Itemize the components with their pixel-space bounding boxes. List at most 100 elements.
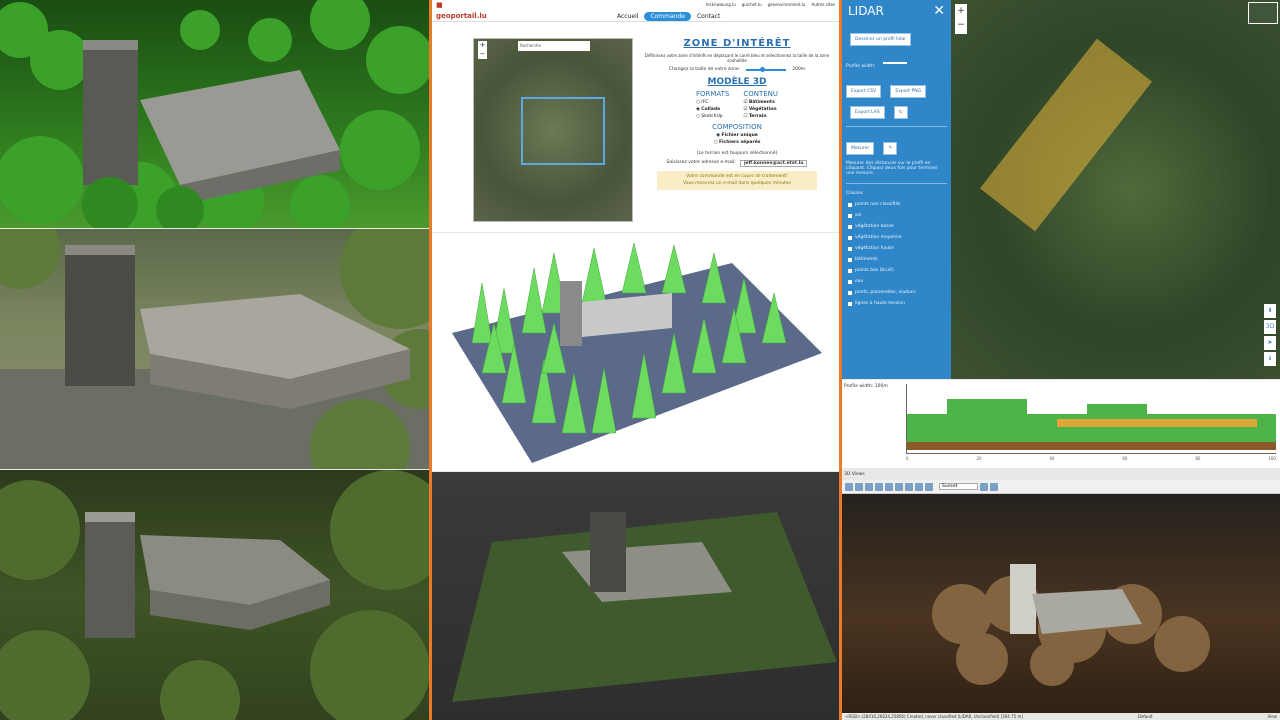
camera-icon[interactable]	[895, 482, 903, 491]
zone-size-slider[interactable]	[746, 66, 787, 72]
class-item[interactable]: sol	[842, 210, 951, 221]
walk-icon[interactable]	[865, 482, 873, 491]
class-item[interactable]: végétation moyenne	[842, 232, 951, 243]
zoom-in-button[interactable]: +	[955, 4, 967, 18]
composition-option-separate[interactable]: ○ Fichiers séparés	[637, 140, 837, 145]
close-icon[interactable]: ✕	[933, 3, 945, 19]
nav-commande[interactable]: Commande	[644, 12, 691, 21]
nav-contact[interactable]: Contact	[697, 13, 720, 20]
measure-icon[interactable]	[905, 482, 913, 491]
shading-select[interactable]: Sunset	[939, 483, 979, 490]
geoportail-brand[interactable]: geoportail.lu	[436, 12, 487, 20]
map-search-input[interactable]: Recherche	[518, 41, 590, 51]
terrain-note: (Le terrain est toujours sélectionné)	[696, 151, 778, 157]
class-item[interactable]: lignes à haute tension	[842, 298, 951, 309]
external-link[interactable]: Autres sites	[811, 2, 835, 7]
refresh-icon[interactable]: ↻	[893, 106, 908, 119]
tree-model-render	[452, 242, 822, 463]
map-tool-stack: ⬇ 3D ➤ ℹ	[1264, 304, 1278, 368]
measure-button[interactable]: Mesurer	[846, 142, 875, 155]
zoom-out-button[interactable]: −	[478, 50, 487, 59]
rotate-icon[interactable]	[875, 482, 883, 491]
class-item[interactable]: bâtiments	[842, 254, 951, 265]
profile-corridor[interactable]	[979, 38, 1153, 232]
main-nav: Accueil Commande Contact	[617, 12, 720, 21]
settings-icon[interactable]	[925, 482, 933, 491]
content-option-batiments[interactable]: ☑ Bâtiments	[743, 100, 778, 105]
format-content-columns: FORMATS ○ IFC ◉ Collada ○ SketchUp CONTE…	[637, 90, 837, 119]
composition-option-single[interactable]: ◉ Fichier unique	[637, 133, 837, 138]
order-notice: Votre commande est en cours de traitemen…	[657, 171, 817, 190]
lidar-aerial-map[interactable]: + − ⬇ 3D ➤ ℹ	[951, 0, 1280, 379]
textured-terrain-model-render	[432, 472, 839, 720]
x-tick: 60	[1122, 456, 1128, 461]
content-heading: CONTENU	[743, 90, 779, 99]
x-tick: 0	[906, 456, 909, 461]
class-item[interactable]: points bas (bruit)	[842, 265, 951, 276]
content-option-vegetation[interactable]: ☑ Végétation	[743, 107, 778, 112]
content-option-terrain[interactable]: ☐ Terrain	[743, 114, 778, 119]
overview-minimap[interactable]	[1248, 2, 1278, 24]
profile-x-ticks: 0 20 40 60 80 100	[906, 456, 1276, 461]
x-tick: 100	[1268, 456, 1276, 461]
zoom-out-icon[interactable]	[855, 482, 863, 491]
government-logo: ■	[436, 1, 443, 9]
zoom-out-button[interactable]: −	[955, 18, 967, 32]
export-csv-button[interactable]: Export CSV	[846, 85, 882, 98]
home-view-icon[interactable]	[885, 482, 893, 491]
class-item[interactable]: points non classifiés	[842, 199, 951, 210]
x-tick: 80	[1195, 456, 1201, 461]
zoom-in-button[interactable]: +	[478, 41, 487, 50]
right-column: LIDAR ✕ Dessiner un profil lidar Profile…	[842, 0, 1280, 720]
profile-width-row: Profile width:	[842, 49, 951, 74]
3d-view-button[interactable]: 3D	[1264, 320, 1276, 334]
draw-profile-button[interactable]: Dessiner un profil lidar	[850, 33, 912, 46]
lidar-header: LIDAR ✕	[842, 0, 951, 22]
info-icon[interactable]: ℹ	[1264, 352, 1276, 366]
class-item[interactable]: végétation basse	[842, 221, 951, 232]
profile-width-slider[interactable]	[883, 61, 908, 64]
class-item[interactable]: eau	[842, 276, 951, 287]
format-option-ifc[interactable]: ○ IFC	[696, 100, 729, 105]
x-tick: 20	[976, 456, 982, 461]
record-icon[interactable]	[990, 482, 999, 491]
external-link[interactable]: guichet.lu	[742, 2, 762, 7]
external-link[interactable]: Inskriwwung.lu	[706, 2, 736, 7]
light-icon[interactable]	[915, 482, 923, 491]
nav-accueil[interactable]: Accueil	[617, 13, 638, 20]
point-cloud-render[interactable]	[842, 494, 1280, 706]
play-icon[interactable]	[980, 482, 989, 491]
export-las-button[interactable]: Export LAS	[850, 106, 885, 119]
class-item[interactable]: végétation haute	[842, 243, 951, 254]
composite-canvas: ■ Inskriwwung.lu guichet.lu geoenvironme…	[0, 0, 1280, 720]
textured-render	[0, 229, 429, 469]
class-item[interactable]: ponts, passerelles, viaducs	[842, 287, 951, 298]
order-form: ZONE D'INTÉRÊT Définissez votre zone d'i…	[637, 38, 837, 190]
profile-plot[interactable]	[906, 384, 1276, 454]
measure-row: Mesurer ✎	[842, 131, 951, 158]
collada-tree-model-render	[432, 233, 839, 471]
left-column	[0, 0, 429, 720]
lidar-title: LIDAR	[848, 4, 884, 18]
x-tick: 40	[1049, 456, 1055, 461]
export-row: Export CSV Export PNG Export LAS ↻	[842, 74, 951, 122]
area-selection-square[interactable]	[521, 97, 605, 165]
model-title: MODÈLE 3D	[707, 77, 767, 88]
email-field[interactable]: jeff.konnen@act.etat.lu	[739, 160, 808, 168]
lidar-profile-chart: Profile width: 100m 0 20 40 60 80 100	[842, 380, 1280, 468]
divider-line	[846, 183, 947, 184]
locate-icon[interactable]: ➤	[1264, 336, 1276, 350]
measure-icon[interactable]: ✎	[883, 142, 898, 155]
format-option-sketchup[interactable]: ○ SketchUp	[696, 114, 729, 119]
profile-width-label: Profile width:	[846, 64, 876, 69]
draw-profile-row: Dessiner un profil lidar	[842, 22, 951, 49]
zoom-in-icon[interactable]	[845, 482, 853, 491]
external-link[interactable]: geoenvironment.lu	[768, 2, 806, 7]
viewer-status-bar: <RGB>:(28416,26624,25856) Created, never…	[842, 713, 1280, 720]
area-selection-map[interactable]: + − Recherche	[473, 38, 633, 222]
lowpoly-render-panel	[0, 0, 429, 228]
format-option-collada[interactable]: ◉ Collada	[696, 107, 729, 112]
download-icon[interactable]: ⬇	[1264, 304, 1276, 318]
terrain-model-render	[452, 512, 837, 702]
export-png-button[interactable]: Export PNG	[890, 85, 927, 98]
